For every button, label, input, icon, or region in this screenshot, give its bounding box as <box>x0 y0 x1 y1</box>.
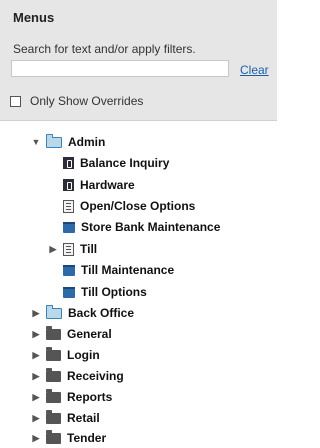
tree-item-label: Balance Inquiry <box>80 156 170 170</box>
tree-item-till-maintenance[interactable]: Till Maintenance <box>63 260 174 280</box>
expanded-arrow-icon[interactable]: ▼ <box>31 137 41 147</box>
document-list-icon <box>63 242 74 256</box>
tree-item-tender[interactable]: ▶ Tender <box>31 428 106 448</box>
tree-item-balance-inquiry[interactable]: Balance Inquiry <box>63 153 169 173</box>
screen-icon <box>63 221 75 233</box>
tree-item-store-bank-maintenance[interactable]: Store Bank Maintenance <box>63 217 220 237</box>
tree-item-label: Open/Close Options <box>80 199 196 213</box>
tree-item-hardware[interactable]: Hardware <box>63 175 135 195</box>
collapsed-arrow-icon[interactable]: ▶ <box>31 308 41 319</box>
tree-item-reports[interactable]: ▶ Reports <box>31 387 112 407</box>
tree-item-label: Receiving <box>67 369 124 383</box>
folder-closed-icon <box>46 429 61 444</box>
collapsed-arrow-icon[interactable]: ▶ <box>31 329 41 340</box>
collapsed-arrow-icon[interactable]: ▶ <box>31 392 41 403</box>
collapsed-arrow-icon[interactable]: ▶ <box>31 350 41 361</box>
menus-filter-panel: Menus Search for text and/or apply filte… <box>0 0 277 120</box>
tree-item-label: Till Options <box>81 285 147 299</box>
collapsed-arrow-icon[interactable]: ▶ <box>31 413 41 424</box>
tree-item-admin[interactable]: ▼ Admin <box>31 132 105 152</box>
only-show-overrides-checkbox[interactable] <box>10 95 21 107</box>
tree-item-label: Admin <box>68 135 106 149</box>
tree-item-label: Store Bank Maintenance <box>81 220 221 234</box>
search-input[interactable] <box>11 60 229 77</box>
tree-item-label: Tender <box>67 431 107 445</box>
search-hint: Search for text and/or apply filters. <box>13 42 196 56</box>
tree-item-back-office[interactable]: ▶ Back Office <box>31 303 134 323</box>
tree-item-login[interactable]: ▶ Login <box>31 345 100 365</box>
folder-closed-icon <box>46 409 61 424</box>
folder-closed-icon <box>46 325 61 340</box>
clear-link[interactable]: Clear <box>240 63 269 77</box>
tree-item-retail[interactable]: ▶ Retail <box>31 408 100 428</box>
tree-item-label: Till Maintenance <box>81 263 175 277</box>
only-show-overrides-label: Only Show Overrides <box>30 94 144 108</box>
tree-item-label: Reports <box>67 390 113 404</box>
document-dark-icon <box>63 179 74 191</box>
folder-open-icon <box>46 133 62 148</box>
tree-item-label: Back Office <box>68 306 135 320</box>
tree-item-general[interactable]: ▶ General <box>31 324 112 344</box>
document-list-icon <box>63 199 74 213</box>
folder-icon <box>46 304 62 319</box>
screen-icon <box>63 286 75 298</box>
folder-closed-icon <box>46 367 61 382</box>
tree-item-label: Till <box>80 242 98 256</box>
screen-icon <box>63 264 75 276</box>
collapsed-arrow-icon[interactable]: ▶ <box>48 244 58 255</box>
folder-closed-icon <box>46 388 61 403</box>
tree-item-receiving[interactable]: ▶ Receiving <box>31 366 124 386</box>
tree-item-open-close-options[interactable]: Open/Close Options <box>63 196 195 216</box>
only-show-overrides-option[interactable]: Only Show Overrides <box>10 94 143 108</box>
tree-item-label: Login <box>67 348 100 362</box>
menu-tree: ▼ Admin Balance Inquiry Hardware Open/Cl… <box>0 120 277 447</box>
tree-item-label: General <box>67 327 112 341</box>
folder-closed-icon <box>46 346 61 361</box>
tree-item-label: Retail <box>67 411 100 425</box>
tree-item-label: Hardware <box>80 178 135 192</box>
tree-item-till[interactable]: ▶ Till <box>48 239 98 259</box>
collapsed-arrow-icon[interactable]: ▶ <box>31 433 41 444</box>
collapsed-arrow-icon[interactable]: ▶ <box>31 371 41 382</box>
tree-item-till-options[interactable]: Till Options <box>63 282 147 302</box>
document-dark-icon <box>63 157 74 169</box>
panel-title: Menus <box>13 10 55 25</box>
